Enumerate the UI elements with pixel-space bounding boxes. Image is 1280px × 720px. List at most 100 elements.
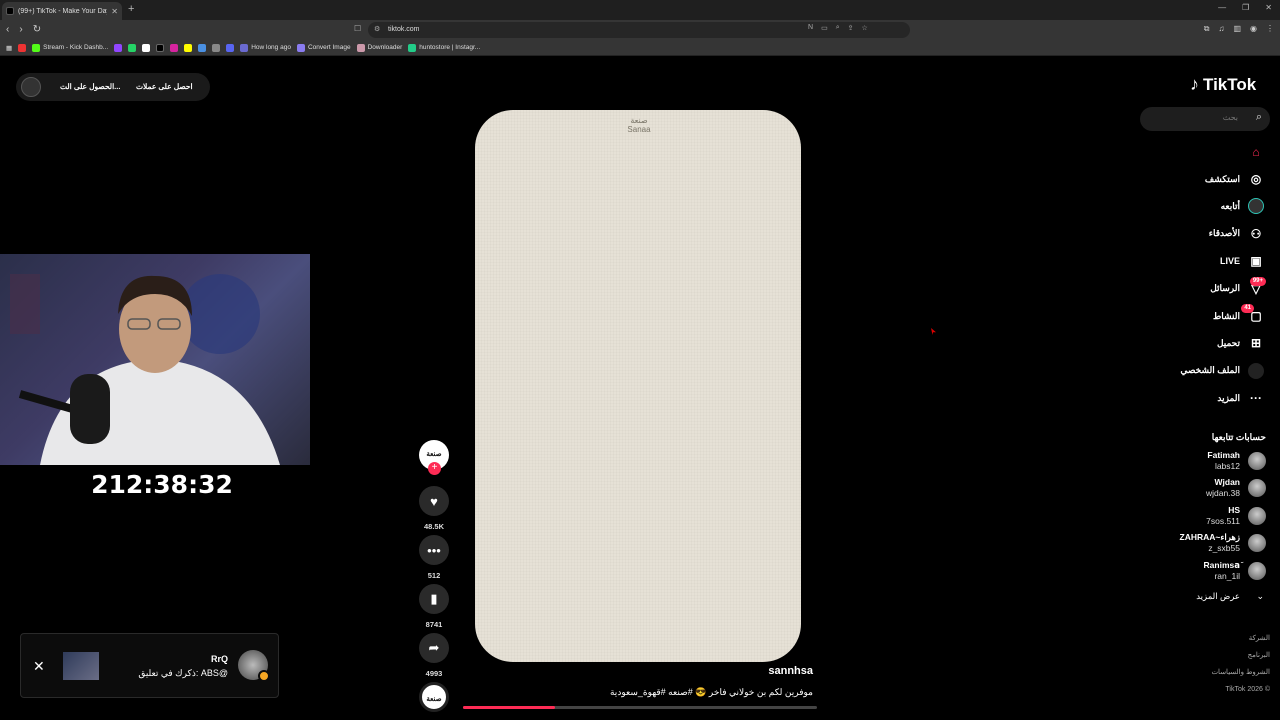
promo-text-1[interactable]: الحصول على الت...	[60, 82, 120, 91]
footer-link-program[interactable]: البرنامج	[1150, 647, 1270, 664]
sidebar-item-home[interactable]: ⌂	[1140, 138, 1270, 165]
bookmark-icon[interactable]: ▮	[419, 584, 449, 614]
youtube-icon[interactable]	[18, 43, 27, 52]
forward-icon[interactable]: ›	[19, 24, 22, 35]
share-icon[interactable]: ➦	[419, 633, 449, 663]
reload-icon[interactable]: ↻	[33, 24, 41, 35]
tiktok-favicon-icon	[6, 7, 14, 15]
tiktok-icon[interactable]	[156, 43, 165, 52]
translate-icon[interactable]: N	[808, 24, 813, 32]
sidebar-item-following[interactable]: أتابعه	[1140, 193, 1270, 220]
instagram-icon[interactable]	[170, 43, 179, 52]
avatar	[1248, 452, 1266, 470]
mouse-cursor-icon	[931, 328, 936, 335]
browser-tab[interactable]: (99+) TikTok - Make Your Day ✕	[2, 2, 122, 20]
sidebar-item-explore[interactable]: استكشف ◎	[1140, 165, 1270, 192]
browser-tab-bar: (99+) TikTok - Make Your Day ✕ + — ❐ ✕	[0, 0, 1280, 20]
bookmark-icon[interactable]: ☐	[354, 24, 361, 33]
music-disc[interactable]: صنعة	[419, 682, 449, 712]
minimize-icon[interactable]: —	[1218, 3, 1226, 12]
star-icon[interactable]: ☆	[861, 24, 867, 32]
bookmark-icon	[408, 43, 417, 52]
back-icon[interactable]: ‹	[6, 24, 9, 35]
apps-icon[interactable]: ▦	[6, 44, 12, 52]
search-input[interactable]: بحث ⌕	[1140, 107, 1270, 131]
like-action[interactable]: ♥ 48.5K	[418, 486, 450, 531]
save-action[interactable]: ▮ 8741	[418, 584, 450, 629]
heart-icon[interactable]: ♥	[419, 486, 449, 516]
discord-icon[interactable]	[226, 43, 235, 52]
comment-action[interactable]: ••• 512	[418, 535, 450, 580]
comment-icon[interactable]: •••	[419, 535, 449, 565]
media-icon[interactable]: ♫	[1218, 24, 1224, 34]
share-icon[interactable]: ⇪	[848, 24, 854, 32]
extensions-icon[interactable]: ⧉	[1204, 24, 1210, 34]
close-tab-icon[interactable]: ✕	[111, 7, 118, 16]
footer-link-terms[interactable]: الشروط والسياسات	[1150, 664, 1270, 681]
nav-buttons: ‹ › ↻	[6, 24, 41, 35]
footer-link-company[interactable]: الشركة	[1150, 630, 1270, 647]
see-more-button[interactable]: عرض المزيد ⌄	[1140, 591, 1268, 602]
tab-title: (99+) TikTok - Make Your Day	[18, 7, 108, 15]
close-window-icon[interactable]: ✕	[1265, 3, 1272, 12]
stream-timer: 212:38:32	[91, 470, 233, 499]
address-bar-row: ‹ › ↻ ☐ ⚙ tiktok.com N ▭ ⌕ ⇪ ☆ ⧉ ♫ ▥ ◉ ⋮	[0, 20, 1280, 40]
profile-icon[interactable]: ◉	[1250, 24, 1257, 34]
profile-icon	[1248, 362, 1264, 379]
maximize-icon[interactable]: ❐	[1242, 3, 1249, 12]
bookmark-icon[interactable]	[198, 43, 207, 52]
bookmark-item[interactable]: huntostore | Instagr...	[408, 43, 480, 52]
followed-account[interactable]: ZAHRAA~زهراء z_sxb55	[1140, 531, 1268, 557]
streamer-image	[10, 274, 280, 465]
sidebar-item-upload[interactable]: تحميل ⊞	[1140, 330, 1270, 357]
sidebar-item-more[interactable]: المزيد ···	[1140, 385, 1270, 412]
whatsapp-icon[interactable]	[128, 43, 137, 52]
avatar	[1248, 562, 1266, 580]
followed-account[interactable]: Fatimah labs12	[1140, 449, 1268, 475]
notification-toast[interactable]: ✕ RrQ ذكرك في تعليق: ABS@	[20, 633, 279, 698]
avatar	[1248, 479, 1266, 497]
twitch-icon[interactable]	[114, 43, 123, 52]
bookmark-item[interactable]: How long ago	[240, 43, 291, 52]
video-progress-fill	[463, 706, 556, 709]
snapchat-icon[interactable]	[184, 43, 193, 52]
followed-account[interactable]: HS 7sos.511	[1140, 504, 1268, 530]
close-icon[interactable]: ✕	[33, 658, 45, 675]
sidebar-item-profile[interactable]: الملف الشخصي	[1140, 357, 1270, 384]
friends-icon: ⚇	[1250, 226, 1262, 241]
search-icon[interactable]: ⌕	[1256, 111, 1262, 124]
share-action[interactable]: ➦ 4993	[418, 633, 450, 678]
video-author[interactable]: sannhsa	[700, 665, 813, 677]
followed-account[interactable]: Wjdan wjdan.38	[1140, 476, 1268, 502]
video-progress-bar[interactable]	[463, 706, 817, 709]
kick-icon	[32, 43, 41, 52]
promo-text-2[interactable]: احصل على عملات	[136, 82, 193, 91]
new-tab-button[interactable]: +	[128, 3, 134, 15]
live-icon: ▣	[1250, 254, 1262, 269]
follow-plus-icon[interactable]: +	[428, 462, 441, 475]
tiktok-note-icon: ♪	[1190, 74, 1199, 94]
zoom-icon[interactable]: ⌕	[836, 24, 840, 32]
bookmark-item[interactable]: Stream - Kick Dashb...	[32, 43, 108, 52]
sidebar-item-messages[interactable]: الرسائل ▽ 99+	[1140, 275, 1270, 302]
x-icon[interactable]	[142, 43, 151, 52]
cast-icon[interactable]: ▭	[821, 24, 828, 32]
tiktok-logo[interactable]: ♪ TikTok	[1190, 74, 1256, 95]
video-player[interactable]: صنعة Sanaa	[475, 110, 801, 662]
sidebar-item-live[interactable]: LIVE ▣	[1140, 248, 1270, 275]
bookmark-icon[interactable]	[212, 43, 221, 52]
compass-icon: ◎	[1250, 172, 1262, 187]
more-icon: ···	[1250, 391, 1262, 406]
sidebar-item-friends[interactable]: الأصدقاء ⚇	[1140, 220, 1270, 247]
sidebar-icon[interactable]: ▥	[1233, 24, 1241, 34]
bookmark-item[interactable]: Convert Image	[296, 43, 351, 52]
menu-icon[interactable]: ⋮	[1266, 24, 1274, 34]
site-info-icon[interactable]: ⚙	[374, 22, 380, 38]
browser-toolbar-right: ⧉ ♫ ▥ ◉ ⋮	[1204, 24, 1274, 34]
avatar	[1248, 534, 1266, 552]
sidebar-item-activity[interactable]: النشاط ▢ 41	[1140, 302, 1270, 329]
coins-promo-pill[interactable]: الحصول على الت... احصل على عملات	[16, 73, 210, 101]
notification-thumbnail	[63, 652, 99, 680]
followed-account[interactable]: Ranimsaَ ran_1il	[1140, 559, 1268, 585]
bookmark-item[interactable]: Downloader	[356, 43, 402, 52]
